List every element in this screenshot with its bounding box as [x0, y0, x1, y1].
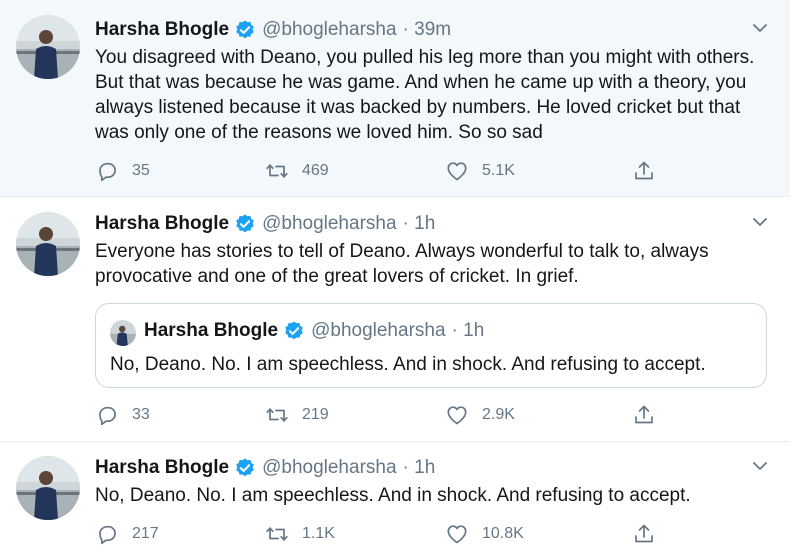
- tweet-text: You disagreed with Deano, you pulled his…: [95, 47, 755, 143]
- user-handle[interactable]: @bhogleharsha: [262, 213, 396, 235]
- share-icon: [635, 405, 653, 424]
- reply-button[interactable]: 33: [95, 403, 150, 427]
- quoted-timestamp: · 1h: [451, 320, 485, 341]
- verified-badge-icon: [234, 457, 256, 479]
- share-button[interactable]: [632, 522, 656, 546]
- verified-badge-icon: [234, 213, 256, 235]
- timestamp[interactable]: · 1h: [403, 457, 436, 479]
- tweet[interactable]: Harsha Bhogle @bhogleharsha · 1h No, Dea…: [0, 442, 790, 557]
- retweet-button[interactable]: 219: [265, 403, 329, 427]
- reply-icon: [99, 406, 116, 426]
- like-button[interactable]: 10.8K: [445, 522, 524, 546]
- reply-button[interactable]: 217: [95, 522, 159, 546]
- tweet-text: Everyone has stories to tell of Deano. A…: [95, 241, 709, 287]
- retweet-icon: [266, 527, 288, 541]
- tweet-header: Harsha Bhogle @bhogleharsha · 1h: [95, 457, 435, 479]
- quoted-handle: @bhogleharsha: [311, 320, 446, 341]
- share-icon: [635, 524, 653, 543]
- heart-icon: [447, 525, 467, 544]
- reply-button[interactable]: 35: [95, 159, 150, 183]
- retweet-count: 219: [302, 406, 329, 423]
- retweet-button[interactable]: 1.1K: [265, 522, 335, 546]
- like-count: 10.8K: [482, 525, 524, 542]
- share-icon: [635, 161, 653, 180]
- chevron-down-icon[interactable]: [750, 18, 770, 38]
- tweet-actions: 217 1.1K 10.8K: [95, 522, 665, 548]
- like-button[interactable]: 5.1K: [445, 159, 515, 183]
- retweet-icon: [266, 408, 288, 422]
- avatar[interactable]: [16, 456, 80, 520]
- tweet-actions: 33 219 2.9K: [95, 403, 665, 429]
- share-button[interactable]: [632, 159, 656, 183]
- tweet[interactable]: Harsha Bhogle @bhogleharsha · 39m You di…: [0, 0, 790, 197]
- avatar[interactable]: [16, 212, 80, 276]
- quoted-header: Harsha Bhogle @bhogleharsha · 1h: [144, 320, 484, 342]
- tweet-header: Harsha Bhogle @bhogleharsha · 1h: [95, 213, 435, 235]
- reply-count: 35: [132, 162, 150, 179]
- share-button[interactable]: [632, 403, 656, 427]
- tweet-header: Harsha Bhogle @bhogleharsha · 39m: [95, 19, 451, 41]
- display-name[interactable]: Harsha Bhogle: [95, 457, 229, 479]
- user-handle[interactable]: @bhogleharsha: [262, 457, 396, 479]
- like-button[interactable]: 2.9K: [445, 403, 515, 427]
- tweet-actions: 35 469 5.1K: [95, 159, 665, 185]
- quoted-avatar: [110, 320, 136, 346]
- display-name[interactable]: Harsha Bhogle: [95, 19, 229, 41]
- like-count: 5.1K: [482, 162, 515, 179]
- quoted-text: No, Deano. No. I am speechless. And in s…: [110, 354, 706, 375]
- tweet-text: No, Deano. No. I am speechless. And in s…: [95, 485, 691, 506]
- verified-badge-icon: [234, 19, 256, 41]
- retweet-button[interactable]: 469: [265, 159, 329, 183]
- heart-icon: [447, 406, 467, 425]
- reply-icon: [99, 162, 116, 182]
- retweet-count: 469: [302, 162, 329, 179]
- tweet[interactable]: Harsha Bhogle @bhogleharsha · 1h Everyon…: [0, 197, 790, 442]
- quoted-display-name: Harsha Bhogle: [144, 320, 279, 341]
- reply-icon: [99, 525, 116, 545]
- timestamp[interactable]: · 1h: [403, 213, 436, 235]
- retweet-icon: [266, 164, 288, 178]
- like-count: 2.9K: [482, 406, 515, 423]
- chevron-down-icon[interactable]: [750, 212, 770, 232]
- display-name[interactable]: Harsha Bhogle: [95, 213, 229, 235]
- avatar[interactable]: [16, 15, 80, 79]
- quoted-tweet[interactable]: Harsha Bhogle @bhogleharsha · 1h No, Dea…: [95, 303, 767, 388]
- verified-badge-icon: [283, 320, 305, 342]
- user-handle[interactable]: @bhogleharsha: [262, 19, 396, 41]
- timestamp[interactable]: · 39m: [403, 19, 452, 41]
- chevron-down-icon[interactable]: [750, 456, 770, 476]
- reply-count: 33: [132, 406, 150, 423]
- heart-icon: [447, 162, 467, 181]
- retweet-count: 1.1K: [302, 525, 335, 542]
- reply-count: 217: [132, 525, 159, 542]
